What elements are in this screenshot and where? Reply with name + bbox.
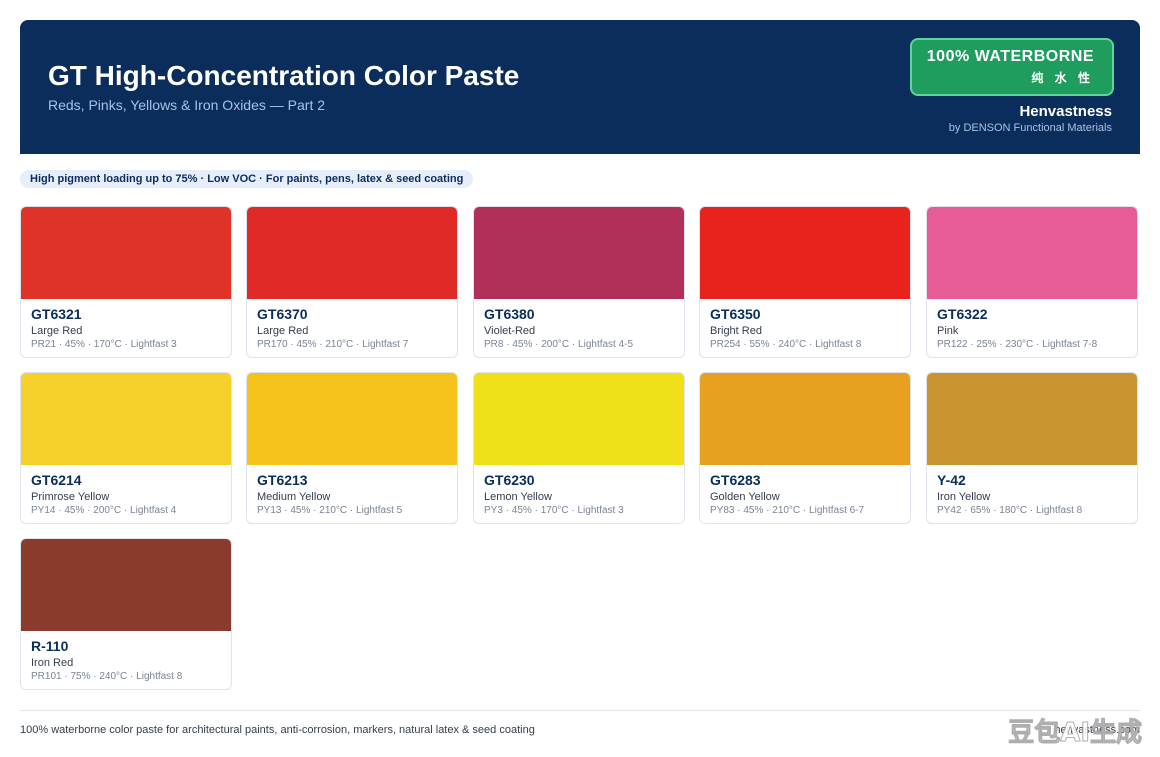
product-code: GT6321 [31, 306, 82, 322]
product-card[interactable]: GT6283 Golden Yellow PY83 · 45% · 210°C … [699, 372, 911, 524]
color-swatch [927, 373, 1137, 465]
color-swatch [700, 207, 910, 299]
product-card[interactable]: GT6230 Lemon Yellow PY3 · 45% · 170°C · … [473, 372, 685, 524]
product-code: GT6213 [257, 472, 308, 488]
product-code: GT6380 [484, 306, 535, 322]
page-title: GT High-Concentration Color Paste [48, 60, 520, 91]
badge-main-text: 100% WATERBORNE [926, 48, 1094, 65]
color-swatch [247, 373, 457, 465]
color-swatch [21, 539, 231, 631]
product-card[interactable]: GT6322 Pink PR122 · 25% · 230°C · Lightf… [926, 206, 1138, 358]
product-card[interactable]: GT6321 Large Red PR21 · 45% · 170°C · Li… [20, 206, 232, 358]
page-subtitle: Reds, Pinks, Yellows & Iron Oxides — Par… [48, 97, 326, 113]
color-swatch [474, 207, 684, 299]
color-swatch [927, 207, 1137, 299]
product-spec: PR8 · 45% · 200°C · Lightfast 4-5 [484, 339, 634, 350]
product-name: Violet-Red [484, 325, 536, 337]
ai-watermark: 豆包AI生成 [1008, 718, 1143, 749]
product-code: GT6322 [937, 306, 988, 322]
product-spec: PY14 · 45% · 200°C · Lightfast 4 [31, 505, 177, 516]
product-name: Lemon Yellow [484, 491, 552, 503]
product-name: Large Red [257, 325, 309, 337]
color-swatch [700, 373, 910, 465]
product-card[interactable]: GT6370 Large Red PR170 · 45% · 210°C · L… [246, 206, 458, 358]
product-spec: PY83 · 45% · 210°C · Lightfast 6-7 [710, 505, 865, 516]
product-spec: PY3 · 45% · 170°C · Lightfast 3 [484, 505, 624, 516]
product-code: GT6283 [710, 472, 761, 488]
product-code: GT6370 [257, 306, 308, 322]
product-name: Bright Red [710, 325, 762, 337]
product-card[interactable]: GT6350 Bright Red PR254 · 55% · 240°C · … [699, 206, 911, 358]
product-name: Large Red [31, 325, 83, 337]
product-spec: PR170 · 45% · 210°C · Lightfast 7 [257, 339, 409, 350]
product-spec: PY13 · 45% · 210°C · Lightfast 5 [257, 505, 403, 516]
product-spec: PR21 · 45% · 170°C · Lightfast 3 [31, 339, 177, 350]
product-name: Iron Red [31, 657, 74, 669]
product-card[interactable]: GT6213 Medium Yellow PY13 · 45% · 210°C … [246, 372, 458, 524]
product-code: R-110 [31, 638, 69, 654]
product-card[interactable]: R-110 Iron Red PR101 · 75% · 240°C · Lig… [20, 538, 232, 690]
product-card[interactable]: GT6380 Violet-Red PR8 · 45% · 200°C · Li… [473, 206, 685, 358]
product-code: GT6350 [710, 306, 761, 322]
product-card[interactable]: Y-42 Iron Yellow PY42 · 65% · 180°C · Li… [926, 372, 1138, 524]
tagline-pill: High pigment loading up to 75% · Low VOC… [20, 170, 474, 188]
footer-divider [20, 710, 1140, 711]
product-name: Pink [937, 325, 959, 337]
color-swatch [21, 207, 231, 299]
waterborne-badge: 100% WATERBORNE 纯 水 性 [910, 38, 1114, 96]
header-banner: GT High-Concentration Color Paste Reds, … [20, 20, 1140, 154]
color-swatch [21, 373, 231, 465]
product-card[interactable]: GT6214 Primrose Yellow PY14 · 45% · 200°… [20, 372, 232, 524]
footer-description: 100% waterborne color paste for architec… [20, 724, 535, 736]
product-name: Medium Yellow [257, 491, 331, 503]
product-name: Primrose Yellow [31, 491, 110, 503]
brand-name: Henvastness [1019, 103, 1112, 120]
product-name: Golden Yellow [710, 491, 780, 503]
product-code: GT6214 [31, 472, 82, 488]
product-name: Iron Yellow [937, 491, 991, 503]
color-swatch [474, 373, 684, 465]
product-spec: PR101 · 75% · 240°C · Lightfast 8 [31, 671, 183, 682]
color-swatch [247, 207, 457, 299]
badge-sub-text: 纯 水 性 [1031, 71, 1094, 85]
product-code: Y-42 [937, 472, 966, 488]
brand-subtitle: by DENSON Functional Materials [948, 122, 1112, 134]
product-spec: PR254 · 55% · 240°C · Lightfast 8 [710, 339, 862, 350]
product-code: GT6230 [484, 472, 535, 488]
product-spec: PR122 · 25% · 230°C · Lightfast 7-8 [937, 339, 1098, 350]
product-spec: PY42 · 65% · 180°C · Lightfast 8 [937, 505, 1083, 516]
